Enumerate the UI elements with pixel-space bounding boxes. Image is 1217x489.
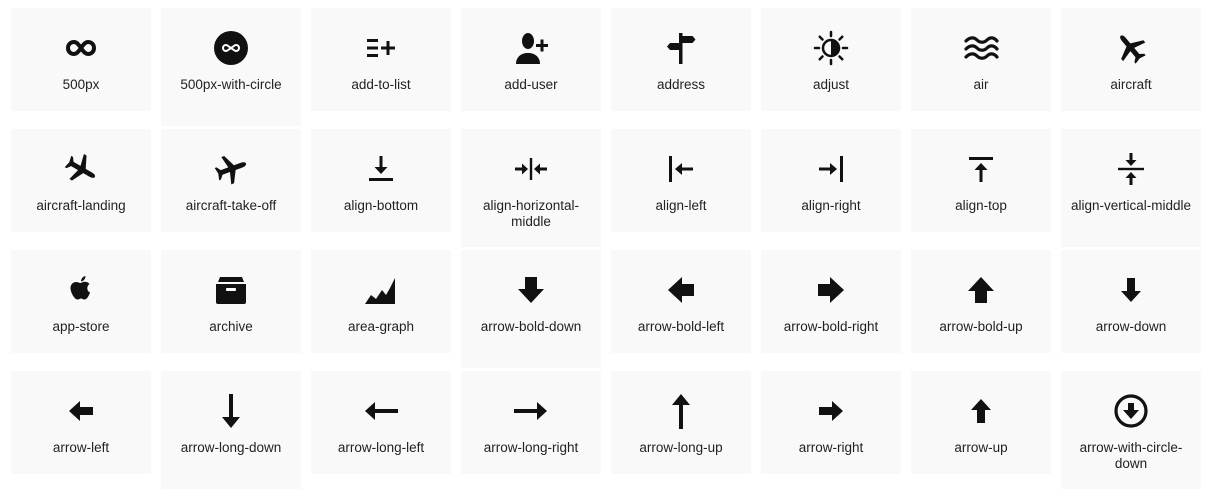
- icon-label: arrow-right: [798, 440, 864, 455]
- add-user-icon: [513, 30, 549, 66]
- icon-label: 500px-with-circle: [180, 77, 282, 92]
- air-icon: [963, 30, 999, 66]
- aircraft-landing-icon: [63, 151, 99, 187]
- icon-label: arrow-left: [52, 440, 110, 455]
- icon-tile-arrow-long-left[interactable]: arrow-long-left: [311, 371, 451, 474]
- arrow-bold-right-icon: [813, 272, 849, 308]
- align-horizontal-middle-icon: [513, 151, 549, 187]
- icon-label: arrow-long-right: [483, 440, 579, 455]
- icon-label: arrow-with-circle-down: [1079, 440, 1183, 471]
- icon-label: arrow-long-up: [639, 440, 723, 455]
- icon-label: add-user: [504, 77, 558, 92]
- align-bottom-icon: [363, 151, 399, 187]
- adjust-icon: [813, 30, 849, 66]
- align-left-icon: [663, 151, 699, 187]
- aircraft-take-off-icon: [213, 151, 249, 187]
- icon-tile-arrow-with-circle-down[interactable]: arrow-with-circle-down: [1061, 371, 1201, 489]
- align-top-icon: [963, 151, 999, 187]
- icon-label: arrow-long-left: [337, 440, 425, 455]
- arrow-up-icon: [963, 393, 999, 429]
- icon-tile-arrow-long-up[interactable]: arrow-long-up: [611, 371, 751, 474]
- arrow-bold-down-icon: [513, 272, 549, 308]
- icon-label: arrow-bold-left: [637, 319, 725, 334]
- icon-tile-area-graph[interactable]: area-graph: [311, 250, 451, 353]
- address-icon: [663, 30, 699, 66]
- icon-grid: 500px 500px-with-circle add-to-list add-…: [0, 0, 1217, 489]
- archive-icon: [213, 272, 249, 308]
- icon-label: area-graph: [347, 319, 415, 334]
- arrow-long-left-icon: [363, 393, 399, 429]
- icon-label: aircraft-take-off: [185, 198, 277, 213]
- area-graph-icon: [363, 272, 399, 308]
- align-vertical-middle-icon: [1113, 151, 1149, 187]
- icon-label: add-to-list: [351, 77, 411, 92]
- icon-tile-500px[interactable]: 500px: [11, 8, 151, 111]
- icon-label: align-right: [801, 198, 861, 213]
- arrow-right-icon: [813, 393, 849, 429]
- arrow-long-right-icon: [513, 393, 549, 429]
- icon-tile-archive[interactable]: archive: [161, 250, 301, 353]
- icon-tile-address[interactable]: address: [611, 8, 751, 111]
- icon-tile-app-store[interactable]: app-store: [11, 250, 151, 353]
- icon-tile-align-vertical-middle[interactable]: align-vertical-middle: [1061, 129, 1201, 247]
- icon-label: align-left: [655, 198, 707, 213]
- icon-label: adjust: [812, 77, 850, 92]
- icon-tile-adjust[interactable]: adjust: [761, 8, 901, 111]
- icon-label: arrow-bold-right: [783, 319, 879, 334]
- icon-label: arrow-up: [954, 440, 1008, 455]
- icon-tile-arrow-bold-left[interactable]: arrow-bold-left: [611, 250, 751, 353]
- icon-tile-align-bottom[interactable]: align-bottom: [311, 129, 451, 232]
- icon-tile-aircraft[interactable]: aircraft: [1061, 8, 1201, 111]
- icon-tile-aircraft-take-off[interactable]: aircraft-take-off: [161, 129, 301, 232]
- icon-tile-air[interactable]: air: [911, 8, 1051, 111]
- icon-tile-arrow-left[interactable]: arrow-left: [11, 371, 151, 474]
- icon-tile-arrow-bold-up[interactable]: arrow-bold-up: [911, 250, 1051, 353]
- arrow-down-icon: [1113, 272, 1149, 308]
- icon-label: address: [656, 77, 706, 92]
- icon-tile-align-top[interactable]: align-top: [911, 129, 1051, 232]
- 500px-with-circle-icon: [213, 30, 249, 66]
- arrow-bold-left-icon: [663, 272, 699, 308]
- arrow-with-circle-down-icon: [1113, 393, 1149, 429]
- icon-label: align-vertical-middle: [1070, 198, 1192, 213]
- arrow-bold-up-icon: [963, 272, 999, 308]
- icon-tile-arrow-long-right[interactable]: arrow-long-right: [461, 371, 601, 474]
- add-to-list-icon: [363, 30, 399, 66]
- icon-label: arrow-long-down: [180, 440, 282, 455]
- arrow-long-up-icon: [663, 393, 699, 429]
- icon-label: align-bottom: [343, 198, 419, 213]
- icon-tile-arrow-bold-right[interactable]: arrow-bold-right: [761, 250, 901, 353]
- icon-label: aircraft: [1110, 77, 1152, 92]
- icon-tile-add-to-list[interactable]: add-to-list: [311, 8, 451, 111]
- align-right-icon: [813, 151, 849, 187]
- arrow-left-icon: [63, 393, 99, 429]
- icon-label: arrow-down: [1095, 319, 1167, 334]
- arrow-long-down-icon: [213, 393, 249, 429]
- icon-tile-arrow-right[interactable]: arrow-right: [761, 371, 901, 474]
- icon-tile-arrow-down[interactable]: arrow-down: [1061, 250, 1201, 353]
- icon-label: archive: [209, 319, 253, 334]
- icon-label: arrow-bold-down: [480, 319, 582, 334]
- icon-tile-align-horizontal-middle[interactable]: align-horizontal-middle: [461, 129, 601, 247]
- app-store-icon: [63, 272, 99, 308]
- icon-tile-arrow-up[interactable]: arrow-up: [911, 371, 1051, 474]
- icon-tile-500px-with-circle[interactable]: 500px-with-circle: [161, 8, 301, 126]
- icon-tile-add-user[interactable]: add-user: [461, 8, 601, 111]
- icon-tile-align-left[interactable]: align-left: [611, 129, 751, 232]
- icon-label: align-horizontal-middle: [482, 198, 580, 229]
- icon-label: air: [973, 77, 989, 92]
- icon-label: align-top: [955, 198, 1007, 213]
- icon-label: app-store: [52, 319, 110, 334]
- aircraft-icon: [1113, 30, 1149, 66]
- 500px-icon: [63, 30, 99, 66]
- icon-label: 500px: [62, 77, 100, 92]
- icon-label: aircraft-landing: [36, 198, 126, 213]
- icon-tile-align-right[interactable]: align-right: [761, 129, 901, 232]
- icon-label: arrow-bold-up: [939, 319, 1023, 334]
- icon-tile-aircraft-landing[interactable]: aircraft-landing: [11, 129, 151, 232]
- icon-tile-arrow-bold-down[interactable]: arrow-bold-down: [461, 250, 601, 368]
- icon-tile-arrow-long-down[interactable]: arrow-long-down: [161, 371, 301, 489]
